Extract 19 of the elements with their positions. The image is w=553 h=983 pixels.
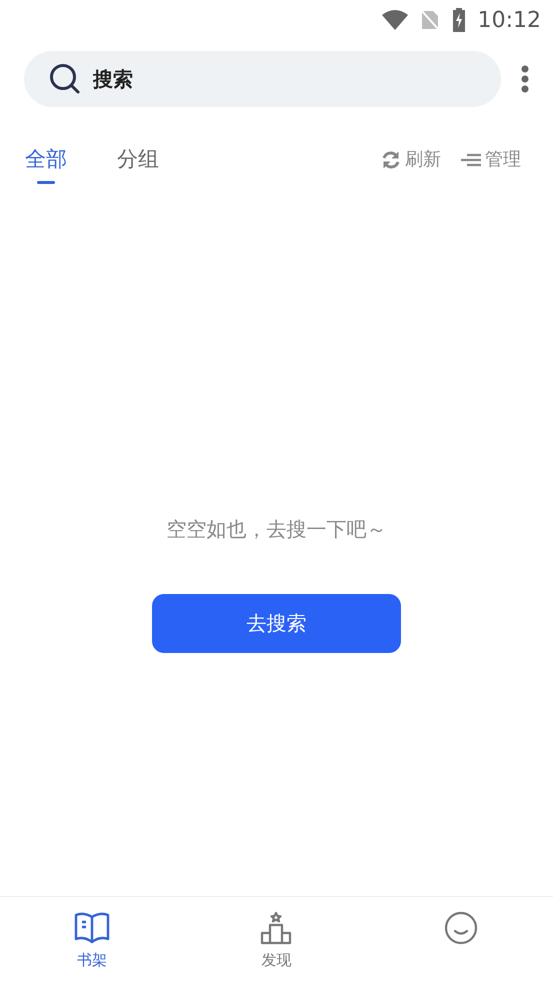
tab-indicator (37, 180, 55, 184)
manage-button[interactable]: 管理 (461, 146, 521, 174)
lines-icon (461, 152, 481, 168)
tab[interactable]: 分组 (117, 144, 159, 184)
go-search-button[interactable]: 去搜索 (152, 594, 401, 652)
battery-charging-icon (452, 8, 466, 32)
more-icon[interactable] (521, 65, 529, 93)
smiley-icon (444, 911, 478, 945)
refresh-icon (381, 150, 401, 170)
wifi-icon (382, 10, 408, 30)
status-time: 10:12 (478, 6, 541, 34)
tab[interactable]: 全部 (25, 144, 67, 184)
refresh-button[interactable]: 刷新 (381, 146, 441, 174)
empty-message: 空空如也，去搜一下吧～ (166, 516, 386, 542)
nav-tab[interactable]: 发现 (184, 897, 369, 983)
search-icon (49, 63, 81, 95)
open-book-icon (74, 911, 110, 945)
no-sim-icon (420, 9, 440, 31)
nav-tab[interactable]: 书架 (0, 897, 184, 983)
